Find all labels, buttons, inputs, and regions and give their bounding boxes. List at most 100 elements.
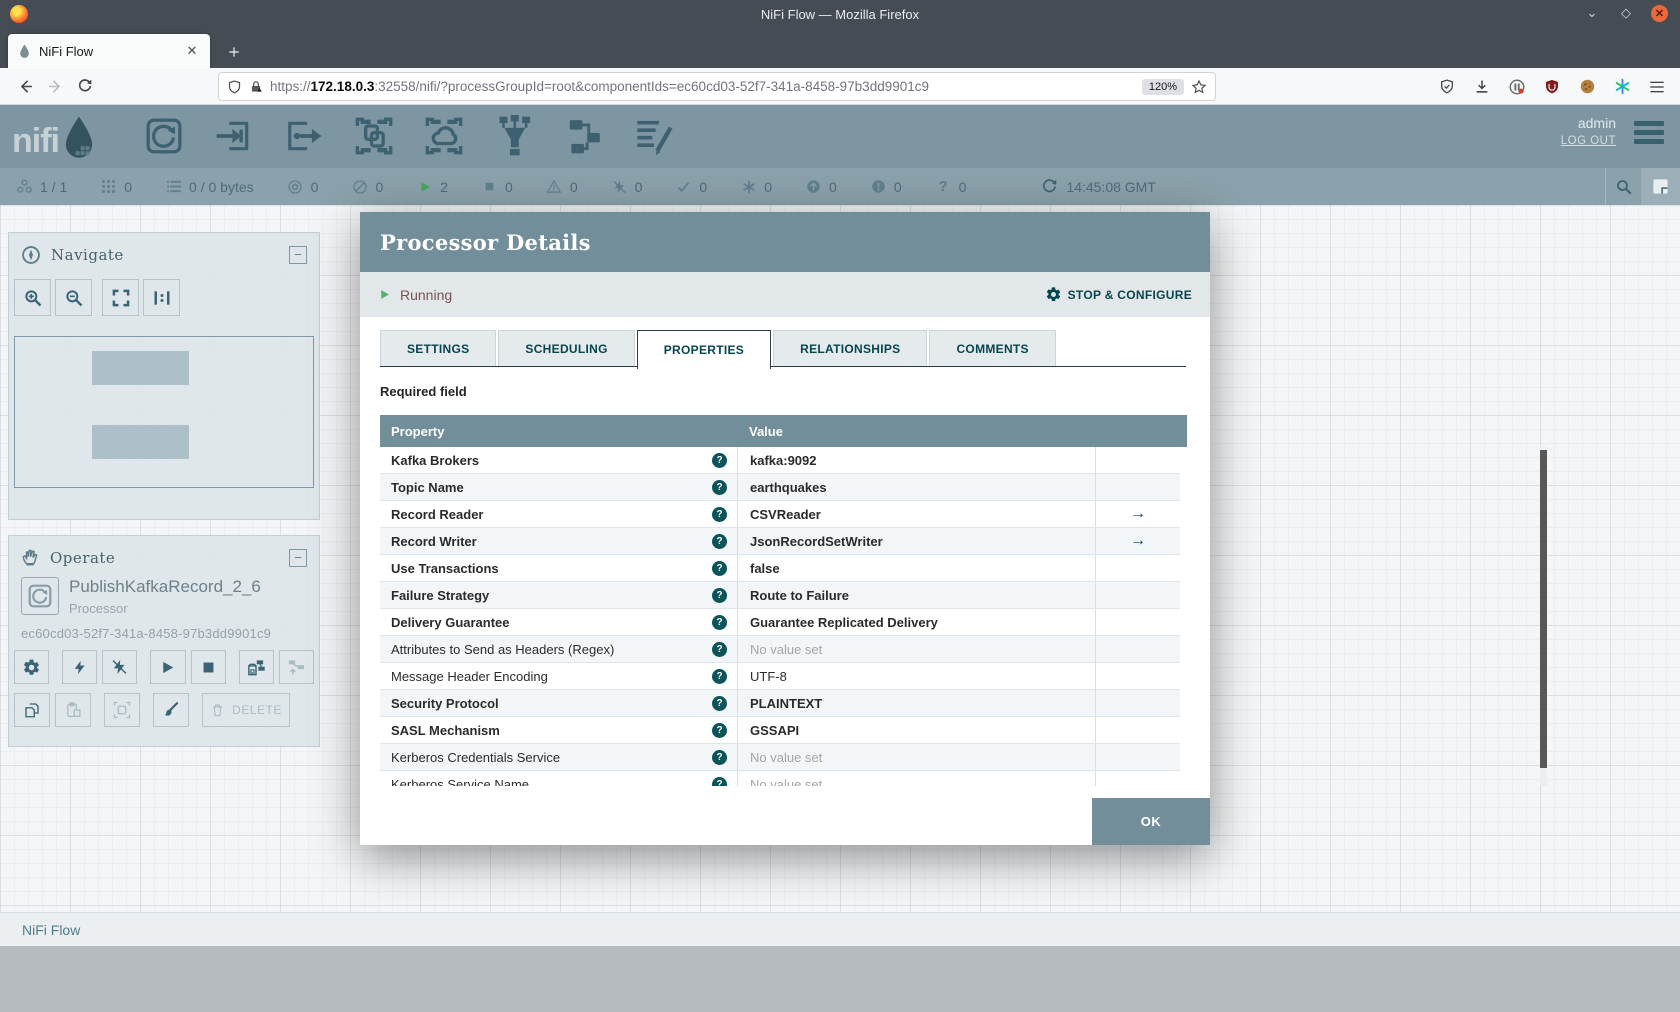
create-template-button[interactable] xyxy=(238,650,274,684)
tracking-shield-icon[interactable] xyxy=(227,79,242,95)
zoom-fit-button[interactable] xyxy=(102,279,139,316)
zoom-in-button[interactable] xyxy=(14,279,51,316)
minimize-button[interactable]: ⌄ xyxy=(1583,4,1601,22)
minimap-component xyxy=(92,351,189,385)
help-icon[interactable]: ? xyxy=(712,506,727,522)
close-button[interactable]: ✕ xyxy=(1651,4,1668,22)
exclamation-circle-icon xyxy=(870,178,887,195)
help-icon[interactable]: ? xyxy=(712,641,727,657)
tab-scheduling[interactable]: SCHEDULING xyxy=(498,330,635,366)
remote-process-group-component-button[interactable] xyxy=(422,115,466,157)
help-icon[interactable]: ? xyxy=(712,452,727,468)
help-icon[interactable]: ? xyxy=(712,560,727,576)
ok-button[interactable]: OK xyxy=(1092,798,1210,845)
column-value: Value xyxy=(749,423,783,439)
help-icon[interactable]: ? xyxy=(712,722,727,738)
help-icon[interactable]: ? xyxy=(712,695,727,711)
process-group-component-button[interactable] xyxy=(352,115,396,157)
help-icon[interactable]: ? xyxy=(712,776,727,786)
group-button[interactable] xyxy=(104,693,140,727)
property-value: CSVReader xyxy=(750,506,821,522)
help-icon[interactable]: ? xyxy=(712,533,727,549)
configure-button[interactable] xyxy=(14,650,50,684)
collapse-operate-icon[interactable]: − xyxy=(289,548,307,567)
back-button[interactable] xyxy=(10,72,40,100)
upload-template-button[interactable] xyxy=(278,650,314,684)
table-row: Attributes to Send as Headers (Regex)? N… xyxy=(380,636,1180,663)
menu-button[interactable] xyxy=(1646,76,1668,98)
table-row: Record Writer? JsonRecordSetWriter → xyxy=(380,528,1180,555)
goto-service-icon[interactable]: → xyxy=(1130,532,1146,550)
tab-relationships[interactable]: RELATIONSHIPS xyxy=(773,330,928,366)
help-icon[interactable]: ? xyxy=(712,668,727,684)
lock-warning-icon[interactable] xyxy=(249,79,263,95)
tab-properties[interactable]: PROPERTIES xyxy=(636,330,772,369)
protection-shield-icon[interactable] xyxy=(1436,76,1458,98)
stop-and-configure-button[interactable]: STOP & CONFIGURE xyxy=(1045,286,1192,303)
tab-nifi-flow[interactable]: NiFi Flow ✕ xyxy=(8,34,210,68)
forward-button[interactable] xyxy=(40,72,70,100)
logout-link[interactable]: LOG OUT xyxy=(1561,135,1616,147)
url-text[interactable]: https://172.18.0.3:32558/nifi/?processGr… xyxy=(270,79,1135,94)
property-value: Guarantee Replicated Delivery xyxy=(750,614,938,630)
template-component-button[interactable] xyxy=(562,115,606,157)
output-port-component-button[interactable] xyxy=(282,115,326,157)
panel-toggle-button[interactable] xyxy=(1641,168,1680,205)
property-name: Topic Name xyxy=(391,479,464,495)
new-tab-button[interactable] xyxy=(222,40,246,64)
stat-locally-modified: 0 xyxy=(740,178,772,195)
enable-button[interactable] xyxy=(62,650,98,684)
cookie-icon[interactable] xyxy=(1576,76,1598,98)
breadcrumb[interactable]: NiFi Flow xyxy=(22,922,80,938)
table-scrollbar[interactable] xyxy=(1540,447,1547,786)
processor-component-button[interactable] xyxy=(142,115,186,157)
refresh-icon[interactable] xyxy=(1041,178,1058,195)
paste-button[interactable] xyxy=(55,693,91,727)
disable-button[interactable] xyxy=(102,650,138,684)
help-icon[interactable]: ? xyxy=(712,614,727,630)
stat-up-to-date: 0 xyxy=(675,178,707,195)
zoom-actual-size-button[interactable] xyxy=(143,279,180,316)
scrollbar-thumb[interactable] xyxy=(1540,450,1547,768)
reload-button[interactable] xyxy=(70,72,100,100)
stat-stopped: 0 xyxy=(481,178,513,195)
copy-button[interactable] xyxy=(14,693,50,727)
help-icon[interactable]: ? xyxy=(712,479,727,495)
property-table-header: Property Value xyxy=(380,415,1187,447)
bookmark-star-icon[interactable] xyxy=(1191,79,1207,95)
running-icon xyxy=(416,178,433,195)
collapse-navigate-icon[interactable]: − xyxy=(289,246,307,264)
table-row: Security Protocol? PLAINTEXT xyxy=(380,690,1180,717)
minimap[interactable] xyxy=(14,336,314,488)
help-icon[interactable]: ? xyxy=(712,587,727,603)
fill-color-button[interactable] xyxy=(153,693,189,727)
property-value: UTF-8 xyxy=(750,668,787,684)
tab-settings[interactable]: SETTINGS xyxy=(380,330,497,366)
firefox-logo-icon xyxy=(10,5,28,23)
input-port-component-button[interactable] xyxy=(212,115,256,157)
funnel-component-button[interactable] xyxy=(492,115,536,157)
delete-button[interactable]: DELETE xyxy=(202,693,290,727)
goto-service-icon[interactable]: → xyxy=(1130,505,1146,523)
zoom-out-button[interactable] xyxy=(55,279,92,316)
start-button[interactable] xyxy=(150,650,186,684)
ublock-icon[interactable] xyxy=(1541,76,1563,98)
zoom-level-badge[interactable]: 120% xyxy=(1141,78,1184,95)
table-row: Message Header Encoding? UTF-8 xyxy=(380,663,1180,690)
property-value: Route to Failure xyxy=(750,587,849,603)
help-icon[interactable]: ? xyxy=(712,749,727,765)
extension-asterisk-icon[interactable] xyxy=(1611,76,1633,98)
global-menu-button[interactable] xyxy=(1634,121,1664,148)
maximize-button[interactable]: ◇ xyxy=(1617,4,1635,22)
tab-comments[interactable]: COMMENTS xyxy=(929,330,1056,366)
cluster-icon xyxy=(16,178,33,195)
download-icon[interactable] xyxy=(1471,76,1493,98)
account-containers-icon[interactable] xyxy=(1506,76,1528,98)
url-bar[interactable]: https://172.18.0.3:32558/nifi/?processGr… xyxy=(218,72,1216,101)
search-button[interactable] xyxy=(1605,168,1641,205)
stop-button[interactable] xyxy=(190,650,226,684)
tab-close-icon[interactable]: ✕ xyxy=(184,43,200,59)
label-component-button[interactable] xyxy=(632,115,676,157)
component-type: Processor xyxy=(69,601,128,616)
property-value: earthquakes xyxy=(750,479,827,495)
